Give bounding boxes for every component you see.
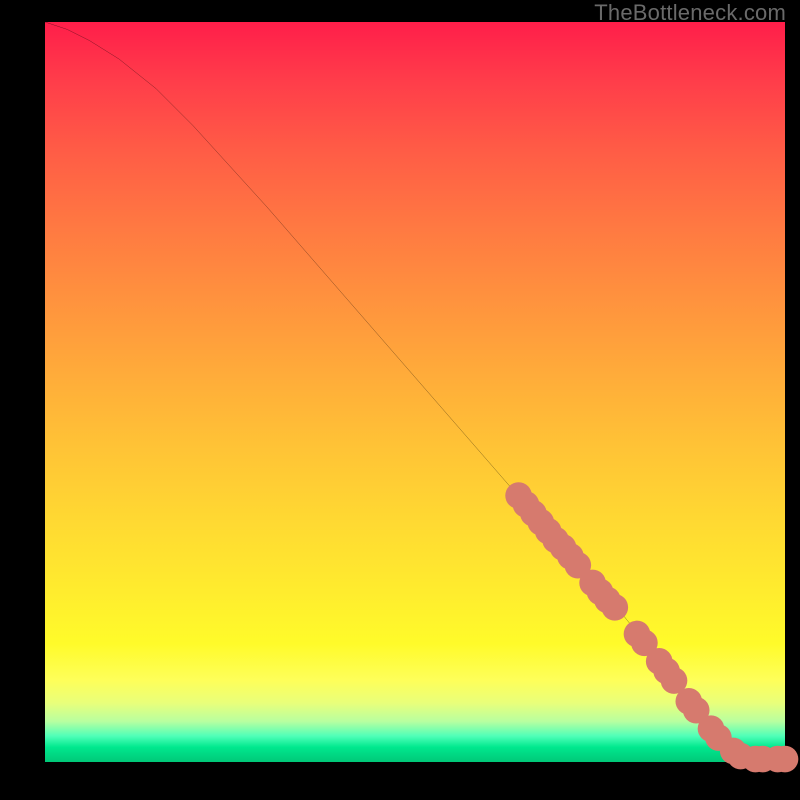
curve-markers [505, 482, 798, 772]
chart-frame: TheBottleneck.com [0, 0, 800, 800]
marker-dot [772, 746, 799, 773]
curve-line [45, 22, 785, 759]
chart-svg [45, 22, 785, 762]
marker-dot [601, 594, 628, 621]
watermark-text: TheBottleneck.com [594, 0, 786, 26]
plot-area [45, 22, 785, 762]
curve-path-group [45, 22, 785, 759]
